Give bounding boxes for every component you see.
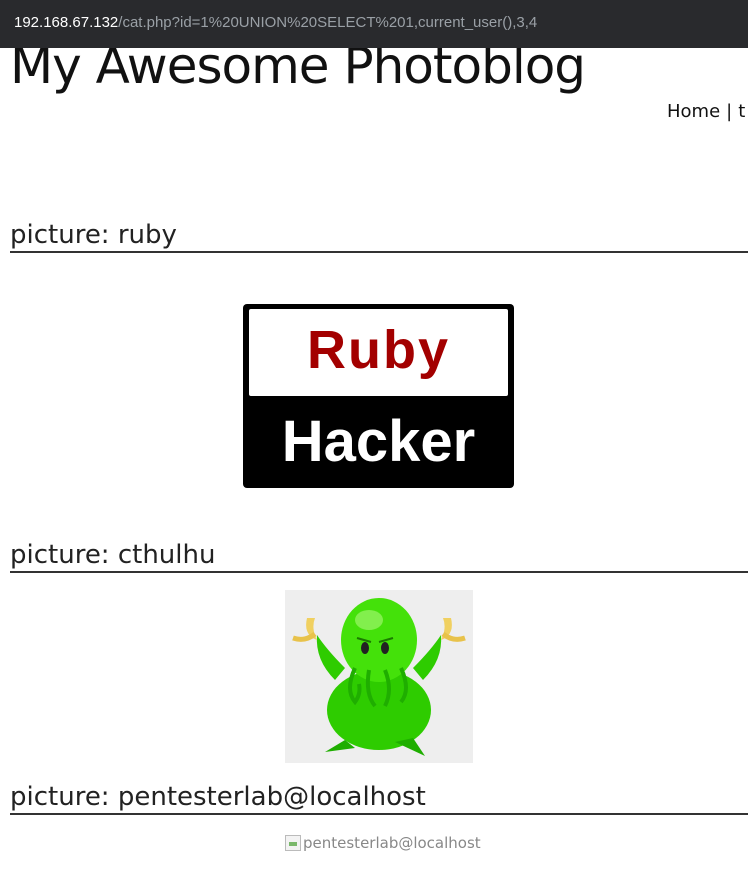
main-nav: Home | t [667,101,745,122]
broken-image-icon [285,835,301,851]
nav-home-link[interactable]: Home [667,101,720,122]
nav-next-link[interactable]: t [738,101,745,122]
ruby-word: Ruby [307,320,450,380]
url-path: /cat.php?id=1%20UNION%20SELECT%201,curre… [118,14,538,31]
cthulhu-plush-icon [292,598,466,756]
picture-heading-ruby: picture: ruby [10,219,748,253]
url-host: 192.168.67.132 [14,14,119,31]
broken-image-alt-text: pentesterlab@localhost [303,834,481,852]
browser-toolbar: 192.168.67.132/cat.php?id=1%20UNION%20SE… [0,0,748,48]
ruby-hacker-image: Ruby Hacker [243,304,514,488]
hacker-word: Hacker [281,409,476,474]
ruby-label-panel: Ruby [249,309,508,396]
nav-separator: | [726,101,733,122]
broken-image: pentesterlab@localhost [285,833,481,853]
cthulhu-image [285,590,473,763]
address-bar[interactable]: 192.168.67.132/cat.php?id=1%20UNION%20SE… [0,0,748,48]
address-bar-text[interactable]: 192.168.67.132/cat.php?id=1%20UNION%20SE… [14,14,537,31]
picture-heading-pentesterlab: picture: pentesterlab@localhost [10,781,748,815]
picture-heading-cthulhu: picture: cthulhu [10,539,748,573]
